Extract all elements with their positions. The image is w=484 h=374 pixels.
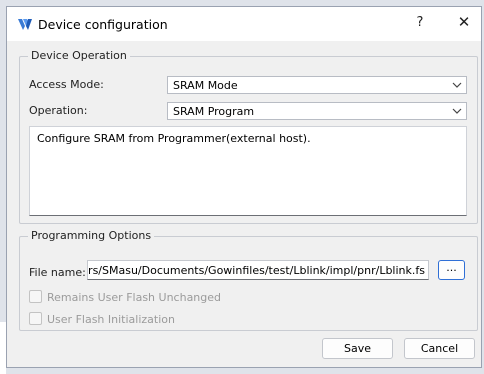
close-button[interactable]: ✕ <box>454 13 474 31</box>
cancel-button[interactable]: Cancel <box>404 338 475 359</box>
access-mode-select[interactable]: SRAM Mode <box>167 76 467 94</box>
operation-description: Configure SRAM from Programmer(external … <box>29 126 467 216</box>
chevron-down-icon <box>452 82 462 88</box>
gowin-logo-icon <box>18 19 32 30</box>
operation-label: Operation: <box>29 104 88 117</box>
flash-init-checkbox[interactable] <box>29 312 42 325</box>
device-operation-group: Device Operation Access Mode: SRAM Mode … <box>19 49 478 224</box>
title-bar: Device configuration ? ✕ <box>7 7 481 41</box>
file-name-field[interactable]: C:/Users/SMasu/Documents/Gowinfiles/test… <box>87 260 429 280</box>
file-name-value: C:/Users/SMasu/Documents/Gowinfiles/test… <box>87 264 425 277</box>
flash-unchanged-checkbox[interactable] <box>29 290 42 303</box>
chevron-down-icon <box>452 108 462 114</box>
file-name-label: File name: <box>29 266 86 279</box>
flash-unchanged-label: Remains User Flash Unchanged <box>47 291 222 304</box>
access-mode-label: Access Mode: <box>29 78 104 91</box>
window-title: Device configuration <box>38 17 168 32</box>
browse-button[interactable]: ... <box>438 260 465 280</box>
operation-value: SRAM Program <box>173 105 255 118</box>
help-button[interactable]: ? <box>410 15 430 30</box>
flash-unchanged-checkbox-row[interactable]: Remains User Flash Unchanged <box>29 290 221 304</box>
programming-options-title: Programming Options <box>28 229 155 242</box>
flash-init-checkbox-row[interactable]: User Flash Initialization <box>29 312 175 326</box>
flash-init-label: User Flash Initialization <box>47 313 175 326</box>
device-configuration-dialog: Device configuration ? ✕ Device Operatio… <box>6 6 482 368</box>
device-operation-title: Device Operation <box>28 49 130 62</box>
access-mode-value: SRAM Mode <box>173 79 238 92</box>
save-button[interactable]: Save <box>322 338 393 359</box>
programming-options-group: Programming Options File name: C:/Users/… <box>19 229 478 331</box>
operation-select[interactable]: SRAM Program <box>167 102 467 120</box>
